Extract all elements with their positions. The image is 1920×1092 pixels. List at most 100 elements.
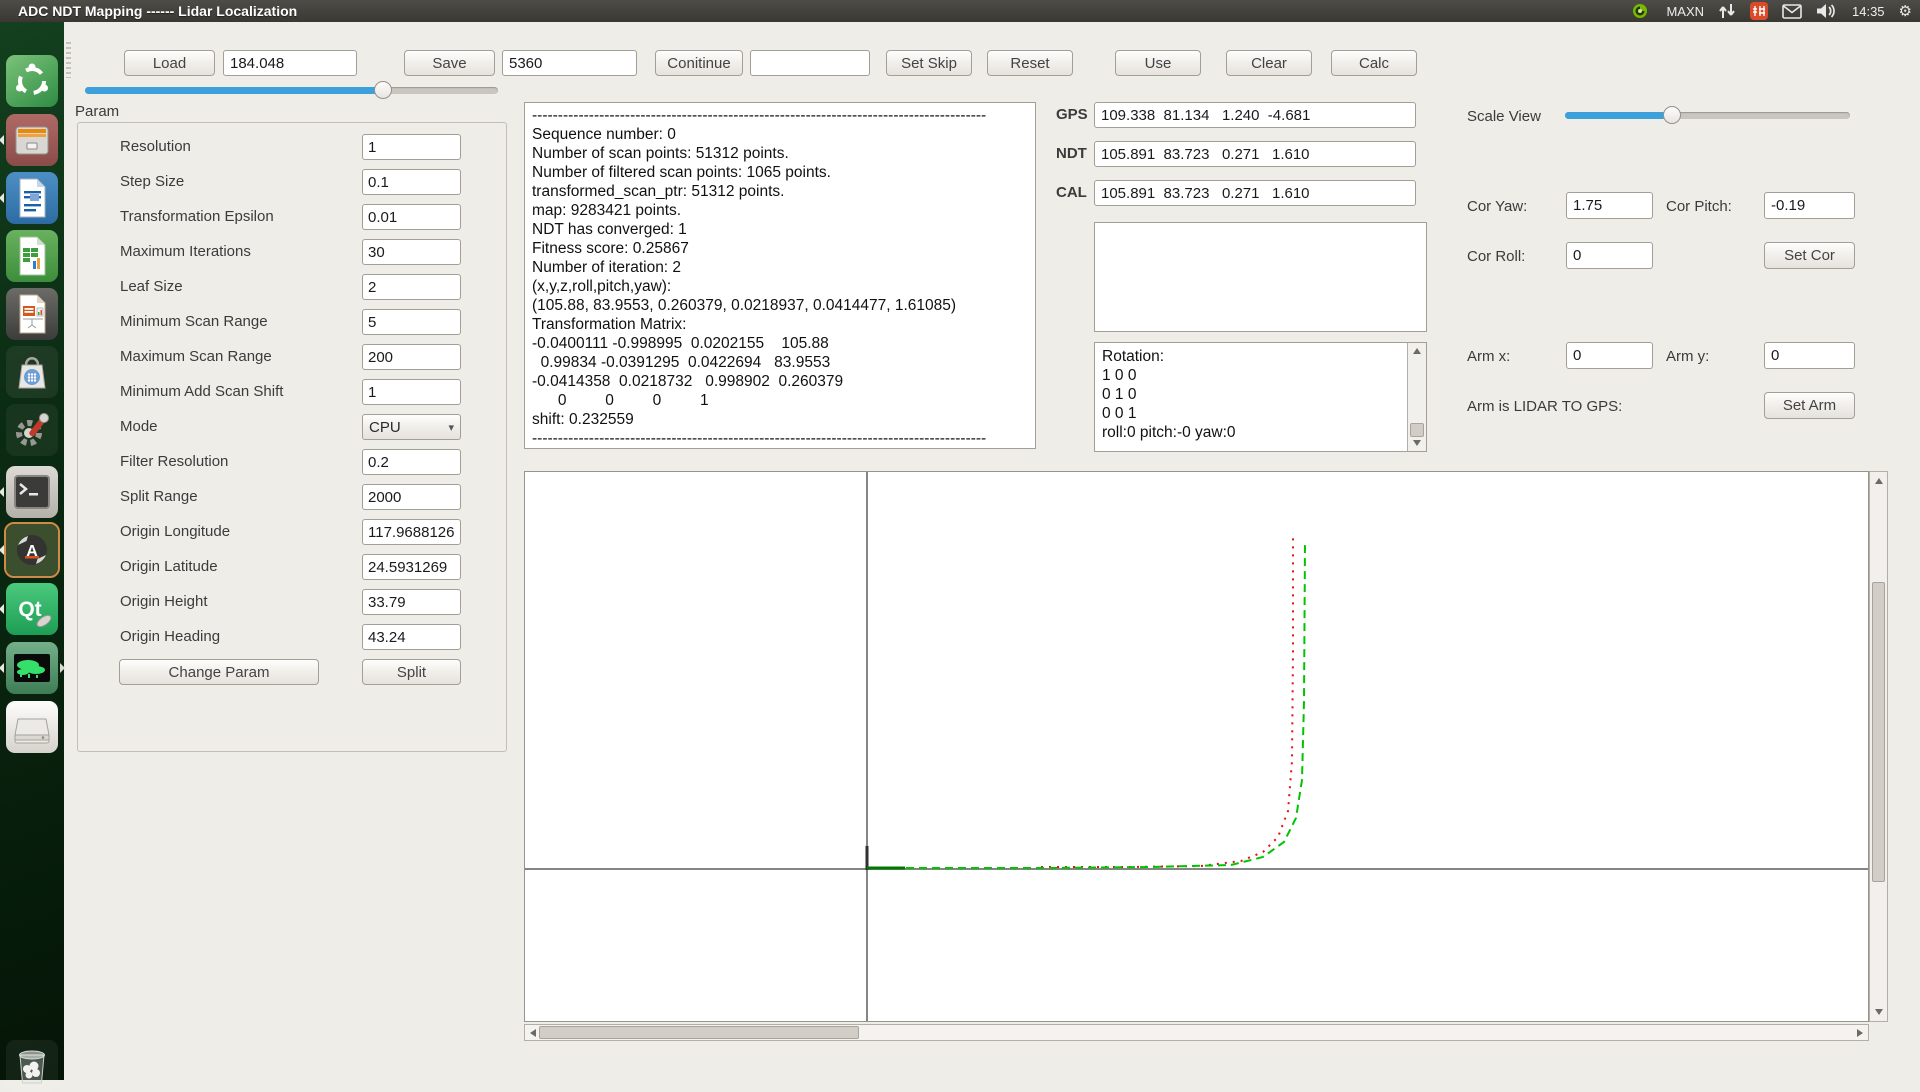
sequence-slider-handle[interactable]	[374, 81, 392, 99]
rotation-output[interactable]: Rotation: 1 0 0 0 1 0 0 0 1 roll:0 pitch…	[1094, 342, 1427, 452]
reset-button[interactable]: Reset	[987, 50, 1073, 76]
param-label: Mode	[120, 418, 158, 435]
load-button[interactable]: Load	[124, 50, 215, 76]
updater-a-icon[interactable]: A	[6, 524, 58, 576]
set-cor-button[interactable]: Set Cor	[1764, 242, 1855, 269]
clear-button[interactable]: Clear	[1226, 50, 1312, 76]
plot-scroll-left-icon[interactable]	[530, 1029, 536, 1037]
split-button[interactable]: Split	[362, 659, 461, 685]
rotation-scrollbar[interactable]	[1407, 343, 1426, 451]
param-label: Maximum Iterations	[120, 243, 251, 260]
param-row-resolution: Resolution	[78, 134, 506, 160]
system-settings-icon[interactable]	[6, 404, 58, 456]
rotation-text: Rotation: 1 0 0 0 1 0 0 0 1 roll:0 pitch…	[1095, 343, 1426, 446]
step-size-input[interactable]	[362, 169, 461, 195]
cor-pitch-label: Cor Pitch:	[1666, 198, 1732, 215]
libreoffice-impress-icon[interactable]	[6, 288, 58, 340]
plot-vscrollbar-thumb[interactable]	[1872, 582, 1885, 882]
scroll-down-icon[interactable]	[1413, 440, 1421, 446]
plot-scroll-down-icon[interactable]	[1875, 1009, 1883, 1015]
map-plot-viewport[interactable]	[524, 471, 1869, 1022]
rotation-scrollbar-thumb[interactable]	[1410, 423, 1424, 437]
libreoffice-writer-icon[interactable]	[6, 172, 58, 224]
system-tray: MAXN 14:35 ⚙	[1628, 0, 1912, 22]
ubuntu-dash-icon[interactable]	[6, 55, 58, 107]
scale-view-label: Scale View	[1467, 108, 1541, 125]
origin-height-input[interactable]	[362, 589, 461, 615]
lidar-viewer-icon[interactable]	[6, 642, 58, 694]
ndt-value-input[interactable]	[1094, 141, 1416, 167]
save-value-input[interactable]	[502, 50, 637, 76]
cor-yaw-input[interactable]	[1566, 192, 1653, 219]
chevron-down-icon: ▾	[448, 421, 454, 434]
sequence-slider[interactable]	[85, 87, 498, 94]
ndt-label: NDT	[1056, 145, 1087, 162]
terminal-icon[interactable]	[6, 466, 58, 518]
disk-utility-icon[interactable]	[6, 701, 58, 753]
scale-view-slider-handle[interactable]	[1663, 106, 1681, 124]
minimum-scan-range-input[interactable]	[362, 309, 461, 335]
scroll-up-icon[interactable]	[1413, 348, 1421, 354]
cor-pitch-input[interactable]	[1764, 192, 1855, 219]
clock[interactable]: 14:35	[1852, 4, 1885, 19]
cal-value-input[interactable]	[1094, 180, 1416, 206]
ndt-trajectory-green	[867, 542, 1305, 868]
load-value-input[interactable]	[223, 50, 357, 76]
mode-select[interactable]: CPU▾	[362, 414, 461, 440]
toolbar-grip	[66, 42, 71, 78]
updown-arrows-icon[interactable]	[1718, 3, 1736, 19]
input-method-icon[interactable]	[1750, 2, 1768, 20]
nvidia-mode-label[interactable]: MAXN	[1666, 4, 1704, 19]
arm-y-input[interactable]	[1764, 342, 1855, 369]
maximum-iterations-input[interactable]	[362, 239, 461, 265]
param-label: Transformation Epsilon	[120, 208, 274, 225]
gps-value-input[interactable]	[1094, 102, 1416, 128]
param-row-step-size: Step Size	[78, 169, 506, 195]
set-arm-button[interactable]: Set Arm	[1764, 392, 1855, 419]
minimum-add-scan-shift-input[interactable]	[362, 379, 461, 405]
param-row-origin-height: Origin Height	[78, 589, 506, 615]
origin-heading-input[interactable]	[362, 624, 461, 650]
continue-value-input[interactable]	[750, 50, 870, 76]
status-box-empty[interactable]	[1094, 222, 1427, 332]
plot-scroll-right-icon[interactable]	[1857, 1029, 1863, 1037]
use-button[interactable]: Use	[1115, 50, 1201, 76]
trash-icon[interactable]	[6, 1040, 58, 1092]
ndt-log-text: ----------------------------------------…	[525, 103, 1035, 449]
libreoffice-calc-icon[interactable]	[6, 230, 58, 282]
cor-roll-input[interactable]	[1566, 242, 1653, 269]
plot-hscrollbar[interactable]	[524, 1024, 1869, 1041]
maximum-scan-range-input[interactable]	[362, 344, 461, 370]
transformation-epsilon-input[interactable]	[362, 204, 461, 230]
sequence-slider-fill	[85, 87, 383, 94]
volume-icon[interactable]	[1816, 3, 1838, 19]
set-skip-button[interactable]: Set Skip	[886, 50, 972, 76]
param-row-minimum-add-scan-shift: Minimum Add Scan Shift	[78, 379, 506, 405]
origin-longitude-input[interactable]	[362, 519, 461, 545]
arm-x-input[interactable]	[1566, 342, 1653, 369]
plot-scroll-up-icon[interactable]	[1875, 478, 1883, 484]
continue-button[interactable]: Conitinue	[655, 50, 743, 76]
split-range-input[interactable]	[362, 484, 461, 510]
origin-latitude-input[interactable]	[362, 554, 461, 580]
session-gear-icon[interactable]: ⚙	[1899, 0, 1912, 22]
scale-view-slider[interactable]	[1565, 112, 1850, 119]
plot-vscrollbar[interactable]	[1869, 471, 1888, 1022]
calc-button[interactable]: Calc	[1331, 50, 1417, 76]
mail-icon[interactable]	[1782, 4, 1802, 19]
ndt-log-output[interactable]: ----------------------------------------…	[524, 102, 1036, 449]
nvidia-icon[interactable]	[1628, 3, 1652, 19]
filter-resolution-input[interactable]	[362, 449, 461, 475]
ubuntu-software-icon[interactable]	[6, 346, 58, 398]
change-param-button[interactable]: Change Param	[119, 659, 319, 685]
param-label: Origin Height	[120, 593, 208, 610]
files-icon[interactable]	[6, 114, 58, 166]
plot-hscrollbar-thumb[interactable]	[539, 1026, 859, 1039]
param-label: Split Range	[120, 488, 198, 505]
param-row-filter-resolution: Filter Resolution	[78, 449, 506, 475]
cor-yaw-label: Cor Yaw:	[1467, 198, 1527, 215]
save-button[interactable]: Save	[404, 50, 495, 76]
resolution-input[interactable]	[362, 134, 461, 160]
leaf-size-input[interactable]	[362, 274, 461, 300]
qt-creator-icon[interactable]: Qt	[6, 583, 58, 635]
